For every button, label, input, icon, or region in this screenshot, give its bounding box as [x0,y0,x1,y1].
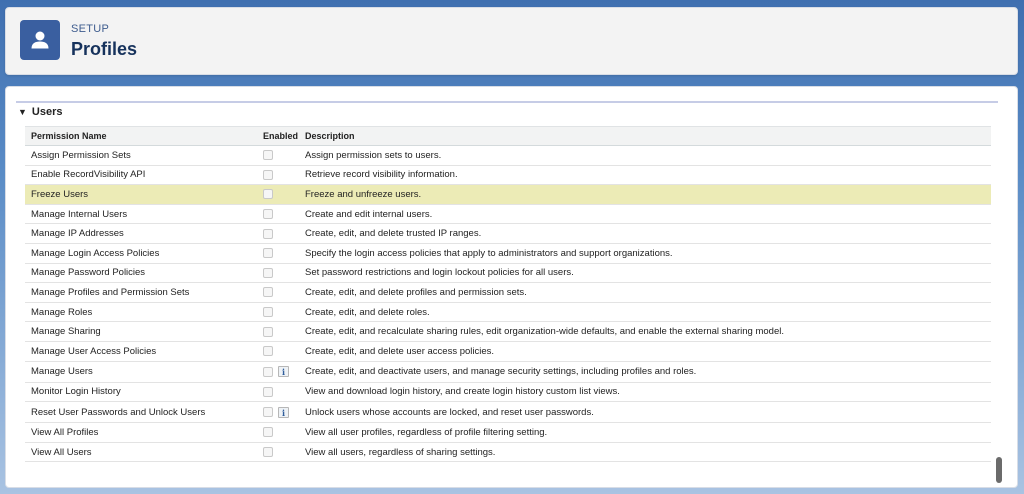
permission-description: Assign permission sets to users. [299,145,991,166]
triangle-down-icon[interactable]: ▼ [18,107,27,117]
enabled-checkbox[interactable] [263,248,273,259]
enabled-cell [257,422,299,443]
permission-name: Manage Login Access Policies [25,243,257,264]
permission-description: View all user profiles, regardless of pr… [299,422,991,443]
permission-description: Create, edit, and delete profiles and pe… [299,282,991,303]
enabled-checkbox[interactable] [263,189,273,200]
enabled-checkbox[interactable] [263,447,273,457]
enabled-checkbox[interactable] [263,427,273,438]
permission-description: Freeze and unfreeze users. [299,184,991,205]
table-row: Enable RecordVisibility API Retrieve reco… [25,165,991,186]
enabled-checkbox[interactable] [263,407,273,418]
column-header-permission-name[interactable]: Permission Name [25,126,257,146]
permission-description: Create and edit internal users. [299,204,991,225]
table-row: Manage Login Access Policies Specify the … [25,243,991,264]
enabled-checkbox[interactable] [263,326,273,337]
enabled-checkbox[interactable] [263,287,273,298]
enabled-cell [257,184,299,205]
permission-name: Monitor Login History [25,382,257,403]
permission-description: Unlock users whose accounts are locked, … [299,401,991,424]
section-divider [16,101,998,103]
permission-name: Manage Sharing [25,321,257,342]
enabled-cell [257,204,299,225]
enabled-checkbox[interactable] [263,150,273,161]
permission-description: Create, edit, and deactivate users, and … [299,361,991,383]
enabled-cell: i [257,361,299,383]
table-row: Assign Permission Sets Assign permission … [25,145,991,166]
table-row: Manage Sharing Create, edit, and recalcul… [25,321,991,342]
table-row: Manage Roles Create, edit, and delete rol… [25,302,991,323]
permission-name: View All Profiles [25,422,257,443]
enabled-cell [257,282,299,303]
permission-description: Set password restrictions and login lock… [299,263,991,284]
table-header-row: Permission Name Enabled Description [25,126,991,146]
permissions-table-body: Assign Permission Sets Assign permission … [25,145,991,463]
table-row: Manage Profiles and Permission Sets Creat… [25,282,991,303]
permission-name: Manage Users [25,361,257,383]
table-row: View All Profiles View all user profiles,… [25,422,991,443]
permission-name: Manage User Access Policies [25,341,257,362]
info-icon[interactable]: i [278,366,289,378]
column-header-description[interactable]: Description [299,126,991,146]
permission-name: Manage Password Policies [25,263,257,284]
table-row: Manage User Access Policies Create, edit,… [25,341,991,362]
permission-description: View and download login history, and cre… [299,382,991,403]
enabled-cell [257,321,299,342]
enabled-cell [257,165,299,186]
permission-name: Freeze Users [25,184,257,205]
permission-description: Create, edit, and delete trusted IP rang… [299,223,991,244]
enabled-checkbox[interactable] [263,169,273,180]
enabled-checkbox[interactable] [263,228,273,239]
permission-name: Reset User Passwords and Unlock Users [25,401,257,424]
setup-label: SETUP [71,23,110,35]
table-row: Reset User Passwords and Unlock Users i Un… [25,401,991,424]
table-row: Monitor Login History View and download l… [25,382,991,403]
permissions-table: Permission Name Enabled Description Assi… [25,126,991,463]
permission-description: Specify the login access policies that a… [299,243,991,264]
permission-description: Create, edit, and delete roles. [299,302,991,323]
user-icon [20,20,60,60]
table-row: Freeze Users Freeze and unfreeze users. [25,184,991,205]
page-header: SETUP Profiles [5,7,1018,75]
enabled-checkbox[interactable] [263,366,273,377]
enabled-cell [257,382,299,403]
permission-name: Enable RecordVisibility API [25,165,257,186]
permission-description: Create, edit, and delete user access pol… [299,341,991,362]
main-content: ▼ Users Permission Name Enabled Descript… [5,86,1018,488]
enabled-cell: i [257,401,299,424]
table-row: Manage Users i Create, edit, and deactivat… [25,361,991,383]
enabled-cell [257,145,299,166]
enabled-checkbox[interactable] [263,209,273,220]
page-title: Profiles [71,39,138,59]
table-row: Manage Internal Users Create and edit int… [25,204,991,225]
column-header-enabled[interactable]: Enabled [257,126,299,146]
enabled-cell [257,442,299,463]
enabled-cell [257,223,299,244]
permission-name: View All Users [25,442,257,463]
permission-name: Manage IP Addresses [25,223,257,244]
section-title: Users [31,106,63,118]
info-icon[interactable]: i [278,406,289,418]
enabled-checkbox[interactable] [263,307,273,318]
table-row: View All Users View all users, regardless… [25,442,991,463]
enabled-cell [257,341,299,362]
permission-description: Retrieve record visibility information. [299,165,991,186]
permission-name: Manage Internal Users [25,204,257,225]
enabled-cell [257,302,299,323]
permission-name: Assign Permission Sets [25,145,257,166]
permission-description: View all users, regardless of sharing se… [299,442,991,463]
table-row: Manage Password Policies Set password res… [25,263,991,284]
permission-name: Manage Roles [25,302,257,323]
enabled-cell [257,243,299,264]
enabled-checkbox[interactable] [263,386,273,397]
permission-name: Manage Profiles and Permission Sets [25,282,257,303]
enabled-checkbox[interactable] [263,346,273,357]
enabled-checkbox[interactable] [263,267,273,278]
permission-description: Create, edit, and recalculate sharing ru… [299,321,991,342]
scrollbar-thumb[interactable] [996,457,1002,483]
table-row: Manage IP Addresses Create, edit, and del… [25,223,991,244]
enabled-cell [257,263,299,284]
section-header-users[interactable]: ▼ Users [18,106,63,118]
